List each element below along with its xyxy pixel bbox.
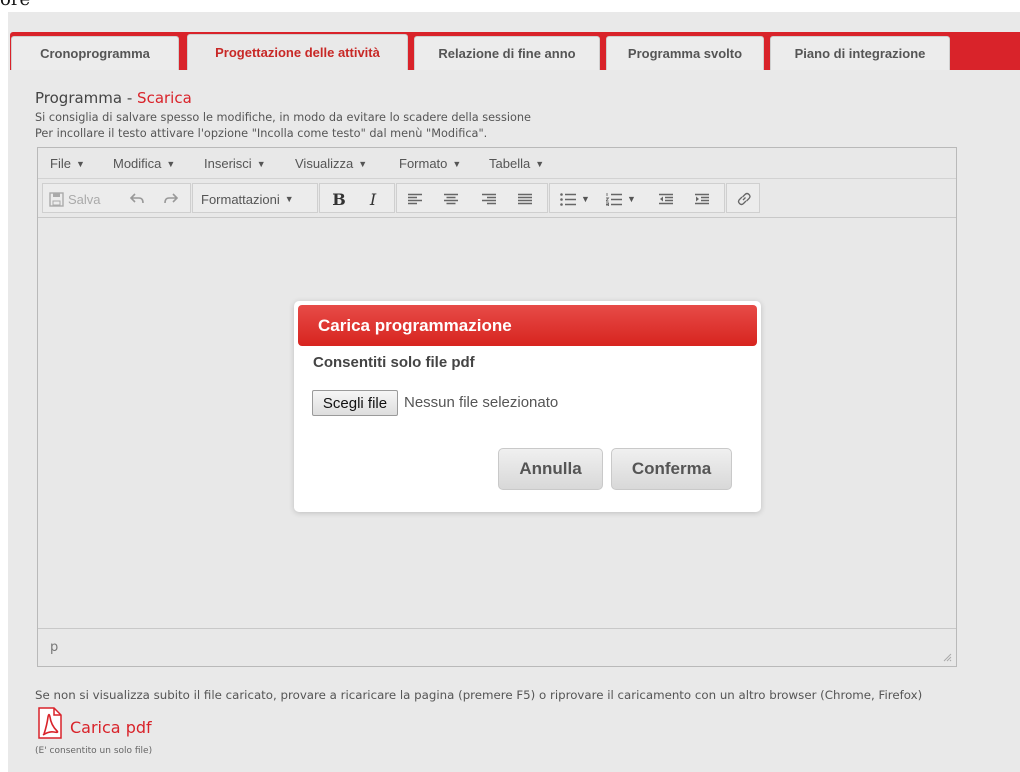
menu-formato[interactable]: Formato ▼	[399, 156, 461, 171]
menu-inserisci-label: Inserisci	[204, 156, 252, 171]
save-icon	[49, 191, 64, 207]
text-style-group: B I	[319, 183, 395, 213]
tab-programma-svolto[interactable]: Programma svolto	[606, 36, 764, 70]
dialog-title: Carica programmazione	[298, 305, 757, 346]
menu-tabella[interactable]: Tabella ▼	[489, 156, 544, 171]
editor-toolbar: Salva Formattazioni ▼ B I ▼ ▼	[38, 179, 956, 218]
caret-down-icon: ▼	[535, 159, 545, 169]
single-file-note: (E' consentito un solo file)	[35, 746, 153, 756]
align-right-button[interactable]	[479, 190, 499, 208]
align-center-button[interactable]	[441, 190, 461, 208]
align-group	[396, 183, 548, 213]
undo-button[interactable]	[127, 190, 147, 208]
editor-statusbar: p	[38, 628, 956, 666]
resize-handle-icon[interactable]	[942, 652, 952, 662]
tab-cronoprogramma[interactable]: Cronoprogramma	[11, 36, 179, 70]
align-left-button[interactable]	[405, 190, 425, 208]
caret-down-icon: ▼	[256, 159, 266, 169]
outdent-icon	[659, 193, 673, 204]
bold-button[interactable]: B	[328, 190, 350, 209]
editor-menubar: File ▼ Modifica ▼ Inserisci ▼ Visualizza ▼ F…	[38, 148, 956, 179]
menu-tabella-label: Tabella	[489, 156, 531, 171]
caret-down-icon: ▼	[452, 159, 462, 169]
tab-piano-integrazione[interactable]: Piano di integrazione	[770, 36, 950, 70]
confirm-button[interactable]: Conferma	[611, 448, 732, 490]
cropped-text-fragment: ore	[0, 0, 30, 12]
redo-icon	[164, 193, 178, 204]
list-group: ▼ ▼	[549, 183, 725, 213]
caret-down-icon: ▼	[581, 194, 590, 204]
indent-icon	[695, 193, 709, 204]
dialog-subtitle: Consentiti solo file pdf	[313, 354, 475, 371]
save-label: Salva	[68, 191, 101, 207]
numbered-list-button[interactable]: ▼	[602, 190, 640, 208]
align-justify-button[interactable]	[515, 190, 535, 208]
menu-file[interactable]: File ▼	[50, 156, 85, 171]
save-button[interactable]: Salva	[49, 190, 109, 208]
menu-visualizza[interactable]: Visualizza ▼	[295, 156, 367, 171]
app-screen: Cronoprogramma Progettazione delle attiv…	[8, 12, 1020, 772]
bullet-list-button[interactable]: ▼	[556, 190, 594, 208]
menu-modifica-label: Modifica	[113, 156, 162, 171]
caret-down-icon: ▼	[166, 159, 176, 169]
link-icon	[737, 192, 751, 206]
numbered-list-icon	[606, 192, 623, 206]
undo-icon	[130, 193, 144, 204]
redo-button[interactable]	[161, 190, 181, 208]
menu-inserisci[interactable]: Inserisci ▼	[204, 156, 266, 171]
title-separator: -	[122, 89, 138, 107]
history-group: Salva	[42, 183, 191, 213]
tab-relazione[interactable]: Relazione di fine anno	[414, 36, 600, 70]
tab-progettazione[interactable]: Progettazione delle attività	[187, 34, 408, 70]
align-justify-icon	[518, 193, 532, 204]
menu-formato-label: Formato	[399, 156, 448, 171]
menu-visualizza-label: Visualizza	[295, 156, 354, 171]
program-heading: Programma - Scarica	[35, 89, 192, 107]
indent-button[interactable]	[692, 190, 712, 208]
caret-down-icon: ▼	[75, 159, 85, 169]
caret-down-icon: ▼	[284, 194, 294, 204]
italic-button[interactable]: I	[362, 190, 384, 209]
bullet-list-icon	[560, 192, 577, 206]
align-left-icon	[408, 193, 422, 204]
caret-down-icon: ▼	[358, 159, 368, 169]
formats-label: Formattazioni	[201, 191, 280, 207]
download-link[interactable]: Scarica	[137, 89, 192, 107]
align-right-icon	[482, 193, 496, 204]
choose-file-button[interactable]: Scegli file	[312, 390, 398, 416]
menu-modifica[interactable]: Modifica ▼	[113, 156, 175, 171]
formats-dropdown[interactable]: Formattazioni ▼	[201, 190, 311, 208]
insert-link-button[interactable]	[734, 190, 754, 208]
formats-group: Formattazioni ▼	[192, 183, 318, 213]
outdent-button[interactable]	[656, 190, 676, 208]
save-hint: Si consiglia di salvare spesso le modifi…	[35, 111, 531, 124]
file-status-text: Nessun file selezionato	[404, 394, 559, 411]
menu-file-label: File	[50, 156, 71, 171]
program-title: Programma	[35, 89, 123, 107]
cancel-button[interactable]: Annulla	[498, 448, 603, 490]
paste-hint: Per incollare il testo attivare l'opzion…	[35, 127, 488, 140]
pdf-icon	[38, 707, 62, 739]
upload-dialog: Carica programmazione Consentiti solo fi…	[294, 301, 761, 512]
element-path[interactable]: p	[50, 640, 58, 655]
upload-pdf-label: Carica pdf	[70, 718, 152, 737]
align-center-icon	[444, 193, 458, 204]
reload-hint: Se non si visualizza subito il file cari…	[35, 688, 923, 702]
caret-down-icon: ▼	[627, 194, 636, 204]
link-group	[726, 183, 760, 213]
